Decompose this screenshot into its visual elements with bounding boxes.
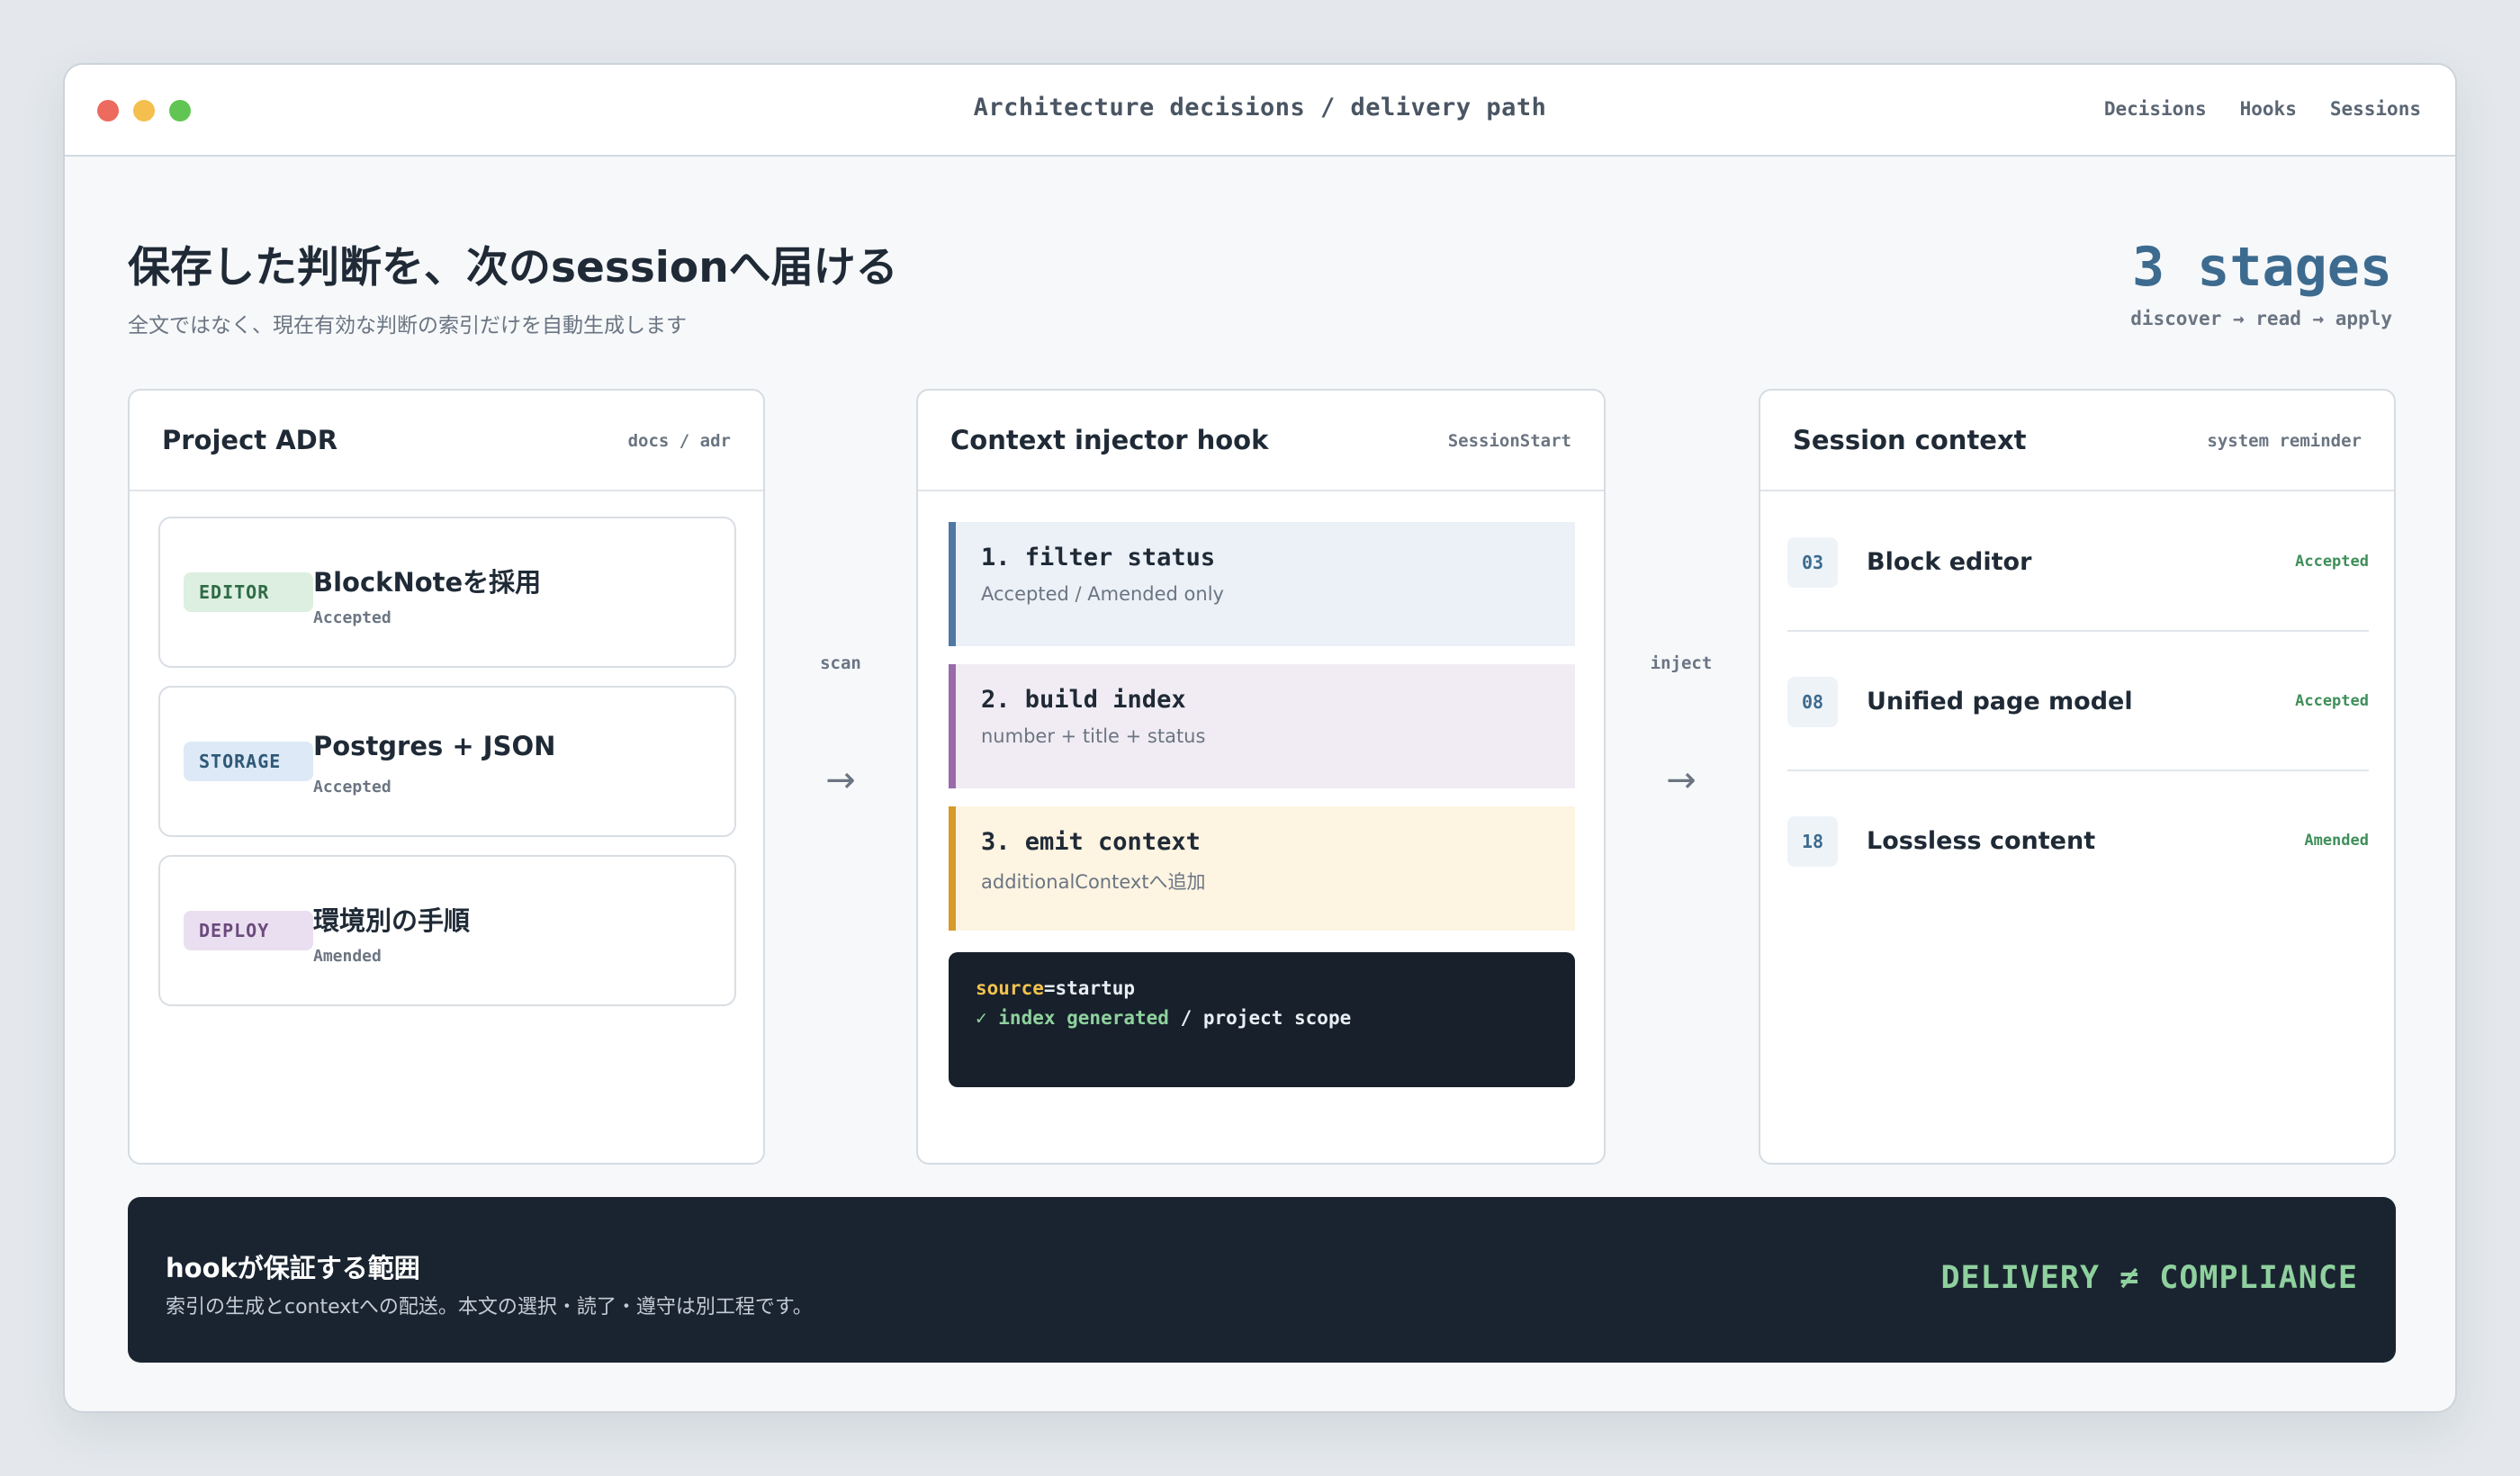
app-window: Architecture decisions / delivery path D… <box>63 63 2457 1413</box>
adr-status: Accepted <box>313 608 392 627</box>
panel-tag: docs / adr <box>627 431 731 451</box>
adr-title: 環境別の手順 <box>313 905 471 936</box>
project-adr-panel: Project ADR docs / adr EDITOR BlockNoteを… <box>128 389 765 1165</box>
terminal-check: ✓ index generated <box>976 1007 1169 1029</box>
adr-card-deploy[interactable]: DEPLOY 環境別の手順 Amended <box>158 855 736 1006</box>
status-badge: Accepted <box>2295 553 2369 571</box>
terminal-key: source <box>976 977 1044 999</box>
stages-count: 3 stages <box>2132 236 2392 299</box>
terminal-line-source: source=startup <box>976 977 1135 999</box>
banner-title: hookが保証する範囲 <box>166 1253 420 1283</box>
arrow-right-icon: → <box>1666 760 1696 801</box>
scope-banner: hookが保証する範囲 索引の生成とcontextへの配送。本文の選択・読了・遵… <box>128 1197 2396 1363</box>
status-badge: Accepted <box>2295 692 2369 710</box>
category-badge: EDITOR <box>184 572 313 612</box>
adr-number-badge: 03 <box>1787 537 1838 588</box>
adr-card-editor[interactable]: EDITOR BlockNoteを採用 Accepted <box>158 517 736 668</box>
banner-description: 索引の生成とcontextへの配送。本文の選択・読了・遵守は別工程です。 <box>166 1296 813 1318</box>
context-title: Block editor <box>1867 548 2032 576</box>
window-title: Architecture decisions / delivery path <box>973 94 1547 122</box>
category-badge: STORAGE <box>184 742 313 781</box>
stages-flow: discover → read → apply <box>2130 308 2392 329</box>
step-title: 3. emit context <box>981 828 1201 856</box>
context-title: Unified page model <box>1867 688 2133 716</box>
terminal-value: startup <box>1055 977 1136 999</box>
nav-decisions[interactable]: Decisions <box>2104 98 2207 120</box>
adr-title: Postgres + JSON <box>313 731 556 761</box>
context-row: 03 Block editor Accepted <box>1787 492 2369 632</box>
context-title: Lossless content <box>1867 827 2096 855</box>
context-row: 18 Lossless content Amended <box>1787 771 2369 911</box>
adr-number-badge: 08 <box>1787 677 1838 727</box>
adr-status: Amended <box>313 947 382 966</box>
session-context-panel: Session context system reminder 03 Block… <box>1759 389 2396 1165</box>
panel-header: Context injector hook SessionStart <box>918 391 1604 491</box>
step-title: 2. build index <box>981 686 1186 714</box>
nav-sessions[interactable]: Sessions <box>2330 98 2421 120</box>
page-title: 保存した判断を、次のsessionへ届ける <box>128 243 898 292</box>
step-filter-status: 1. filter status Accepted / Amended only <box>949 522 1575 646</box>
top-nav: Decisions Hooks Sessions <box>2104 98 2421 120</box>
nav-hooks[interactable]: Hooks <box>2240 98 2297 120</box>
status-badge: Amended <box>2304 832 2369 850</box>
adr-number-badge: 18 <box>1787 816 1838 867</box>
panel-header: Project ADR docs / adr <box>130 391 763 491</box>
step-emit-context: 3. emit context additionalContextへ追加 <box>949 806 1575 931</box>
arrow-right-icon: → <box>825 760 856 801</box>
step-description: Accepted / Amended only <box>981 583 1224 605</box>
step-title: 1. filter status <box>981 544 1216 572</box>
panel-tag: SessionStart <box>1447 431 1571 451</box>
terminal-line-status: ✓ index generated / project scope <box>976 1007 1351 1029</box>
panel-title: Context injector hook <box>950 425 1269 455</box>
terminal-scope: / project scope <box>1168 1007 1352 1029</box>
step-description: additionalContextへ追加 <box>981 871 1206 893</box>
panel-title: Project ADR <box>162 425 338 455</box>
adr-status: Accepted <box>313 778 392 796</box>
title-bar: Architecture decisions / delivery path D… <box>65 65 2455 157</box>
panel-header: Session context system reminder <box>1760 391 2394 491</box>
terminal-equals: = <box>1043 977 1056 999</box>
step-build-index: 2. build index number + title + status <box>949 664 1575 788</box>
panel-tag: system reminder <box>2207 431 2362 451</box>
adr-card-storage[interactable]: STORAGE Postgres + JSON Accepted <box>158 686 736 837</box>
context-injector-panel: Context injector hook SessionStart 1. fi… <box>916 389 1606 1165</box>
panel-title: Session context <box>1793 425 2027 455</box>
terminal-output: source=startup ✓ index generated / proje… <box>949 952 1575 1087</box>
category-badge: DEPLOY <box>184 911 313 950</box>
scan-label: scan <box>820 653 861 673</box>
context-row: 08 Unified page model Accepted <box>1787 632 2369 771</box>
page-subtitle: 全文ではなく、現在有効な判断の索引だけを自動生成します <box>128 314 687 338</box>
inject-label: inject <box>1650 653 1713 673</box>
banner-tag: DELIVERY ≠ COMPLIANCE <box>1940 1260 2358 1296</box>
adr-title: BlockNoteを採用 <box>313 567 542 598</box>
step-description: number + title + status <box>981 725 1206 747</box>
